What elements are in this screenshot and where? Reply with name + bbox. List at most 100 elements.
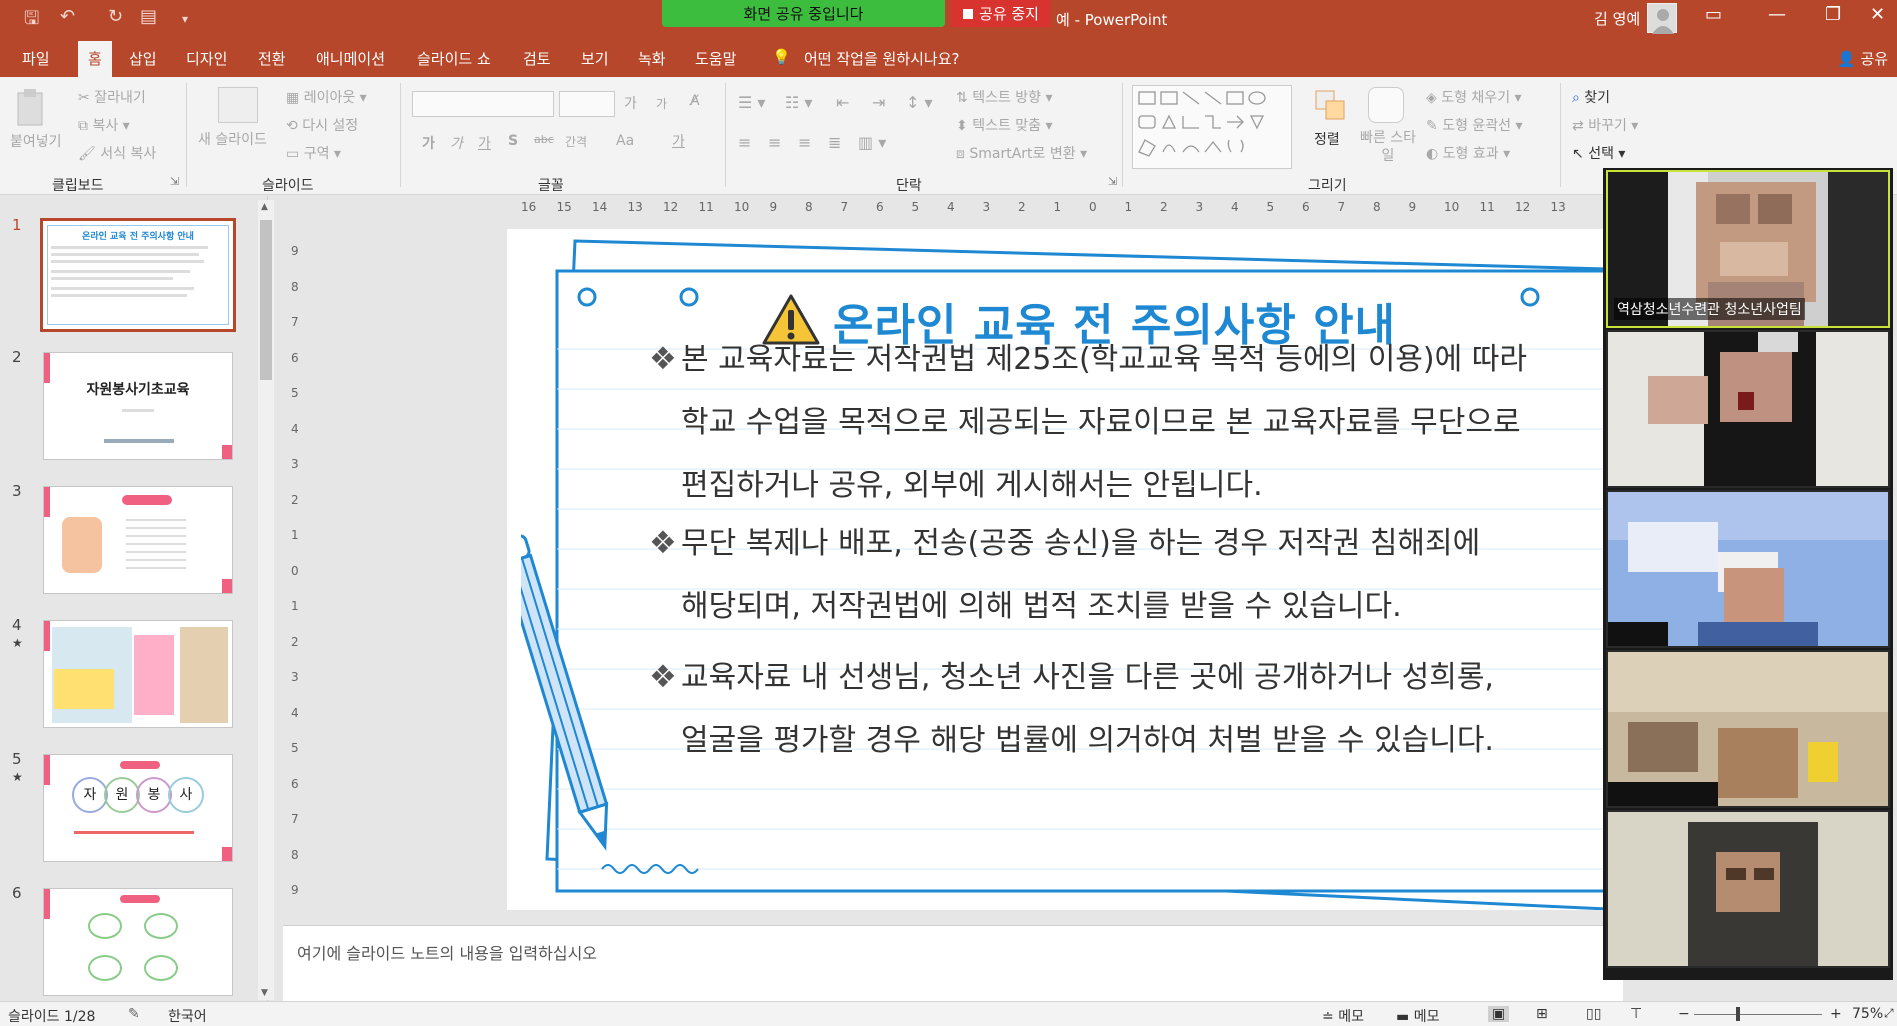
zoom-out-icon[interactable]: −	[1678, 1006, 1690, 1022]
user-name[interactable]: 김 영예	[1594, 8, 1640, 29]
char-spacing-button[interactable]: 간격	[565, 133, 587, 150]
zoom-slider[interactable]	[1694, 1014, 1822, 1015]
tab-slideshow[interactable]: 슬라이드 쇼	[417, 48, 491, 69]
bullet-line[interactable]: 교육자료 내 선생님, 청소년 사진을 다른 곳에 공개하거나 성희롱,	[681, 646, 1494, 709]
bullet-line[interactable]: 얼굴을 평가할 경우 해당 법률에 의거하여 처벌 받을 수 있습니다.	[681, 709, 1494, 772]
share-button[interactable]: 👤 공유	[1837, 48, 1888, 69]
shape-fill-button[interactable]: ◈ 도형 채우기 ▾	[1426, 87, 1522, 107]
customize-qat-icon[interactable]: ▾	[182, 12, 188, 26]
justify-icon[interactable]: ≣	[828, 133, 841, 152]
bullets-icon[interactable]: ☰ ▾	[738, 93, 765, 112]
line-spacing-icon[interactable]: ↕ ▾	[906, 93, 933, 112]
copy-button[interactable]: ⧉ 복사 ▾	[78, 115, 130, 135]
bullet-line[interactable]: 편집하거나 공유, 외부에 게시해서는 안됩니다.	[681, 454, 1263, 517]
quick-styles-icon[interactable]	[1368, 87, 1404, 123]
increase-indent-icon[interactable]: ⇥	[872, 93, 885, 112]
text-direction-button[interactable]: ⇅ 텍스트 방향 ▾	[956, 87, 1053, 107]
thumbnail-scrollbar[interactable]: ▲ ▼	[258, 200, 274, 1000]
tab-home[interactable]: 홈	[78, 41, 112, 77]
stop-share-button[interactable]: 공유 중지	[951, 0, 1051, 27]
notes-pane[interactable]: 여기에 슬라이드 노트의 내용을 입력하십시오	[283, 925, 1623, 1001]
decrease-indent-icon[interactable]: ⇤	[836, 93, 849, 112]
save-icon[interactable]: 🖫	[24, 6, 39, 36]
slide-canvas[interactable]: 온라인 교육 전 주의사항 안내 ❖ 본 교육자료는 저작권법 제25조(학교교…	[507, 229, 1607, 910]
reset-button[interactable]: ⟲ 다시 설정	[286, 115, 358, 135]
align-center-icon[interactable]: ≡	[768, 133, 781, 152]
font-name-combo[interactable]	[412, 91, 554, 117]
bullet-line[interactable]: 학교 수업을 목적으로 제공되는 자료이므로 본 교육자료를 무단으로	[681, 391, 1521, 454]
shape-outline-button[interactable]: ✎ 도형 윤곽선 ▾	[1426, 115, 1523, 135]
shrink-font-button[interactable]: 가	[656, 95, 667, 112]
tab-help[interactable]: 도움말	[695, 48, 736, 69]
slide-thumbnail-3[interactable]	[43, 486, 233, 594]
language-indicator[interactable]: 한국어	[168, 1006, 207, 1026]
fit-slide-icon[interactable]: ⤢	[1884, 1006, 1894, 1021]
share-status-banner[interactable]: 화면 공유 중입니다	[662, 0, 945, 27]
tab-transitions[interactable]: 전환	[258, 48, 286, 69]
bold-button[interactable]: 가	[422, 133, 435, 153]
tab-review[interactable]: 검토	[523, 48, 551, 69]
font-size-combo[interactable]	[559, 91, 615, 117]
cut-button[interactable]: ✂ 잘라내기	[78, 87, 146, 107]
columns-icon[interactable]: ▥ ▾	[858, 133, 886, 152]
layout-button[interactable]: ▦ 레이아웃 ▾	[286, 87, 367, 107]
tab-insert[interactable]: 삽입	[129, 48, 157, 69]
clear-format-icon[interactable]: A̸	[690, 93, 700, 109]
numbering-icon[interactable]: ☷ ▾	[785, 93, 812, 112]
tell-me-box[interactable]: 어떤 작업을 원하시나요?	[804, 48, 960, 69]
slideshow-view-icon[interactable]: ⊤	[1630, 1006, 1642, 1022]
shapes-gallery[interactable]	[1132, 85, 1292, 169]
font-color-button[interactable]: 가	[672, 131, 685, 151]
normal-view-icon[interactable]: ▣	[1488, 1006, 1510, 1022]
bullet-line[interactable]: 무단 복제나 배포, 전송(공중 송신)을 하는 경우 저작권 침해죄에	[681, 512, 1480, 575]
slide-thumbnail-6[interactable]	[43, 888, 233, 996]
slide-thumbnail-1[interactable]: 온라인 교육 전 주의사항 안내	[40, 218, 236, 332]
dialog-launcher-icon[interactable]: ⇲	[170, 175, 179, 188]
video-tile[interactable]: 역삼청소년수련관 청소년사업팀	[1606, 170, 1890, 328]
video-tile[interactable]	[1606, 490, 1890, 648]
paste-icon[interactable]	[10, 87, 60, 131]
video-tile[interactable]	[1606, 330, 1890, 488]
minimize-icon[interactable]: —	[1768, 4, 1786, 25]
change-case-button[interactable]: Aa	[616, 133, 634, 149]
tab-recording[interactable]: 녹화	[638, 48, 666, 69]
zoom-level[interactable]: 75%	[1852, 1006, 1883, 1022]
tab-view[interactable]: 보기	[581, 48, 609, 69]
bullet-line[interactable]: 본 교육자료는 저작권법 제25조(학교교육 목적 등에의 이용)에 따라	[681, 328, 1527, 391]
present-from-start-icon[interactable]: ▤	[140, 6, 157, 27]
close-icon[interactable]: ✕	[1870, 4, 1885, 25]
slide-thumbnail-4[interactable]	[43, 620, 233, 728]
comments-toggle[interactable]: ▬ 메모	[1396, 1006, 1439, 1026]
undo-icon[interactable]: ↶	[60, 6, 75, 27]
align-right-icon[interactable]: ≡	[798, 133, 811, 152]
italic-button[interactable]: 가	[450, 133, 463, 153]
zoom-slider-thumb[interactable]	[1736, 1007, 1740, 1021]
zoom-in-icon[interactable]: +	[1830, 1006, 1842, 1022]
ribbon-display-options-icon[interactable]: ▭	[1705, 4, 1722, 25]
video-tile[interactable]	[1606, 810, 1890, 968]
tab-animations[interactable]: 애니메이션	[316, 48, 385, 69]
new-slide-button[interactable]: 새 슬라이드	[198, 129, 267, 149]
align-text-button[interactable]: ⬍ 텍스트 맞춤 ▾	[956, 115, 1053, 135]
tab-file[interactable]: 파일	[22, 48, 50, 69]
replace-button[interactable]: ⇄ 바꾸기 ▾	[1572, 115, 1638, 135]
strikethrough-button[interactable]: abc	[534, 133, 554, 146]
new-slide-icon[interactable]	[218, 87, 258, 123]
paste-button[interactable]: 붙여넣기	[10, 131, 62, 151]
format-painter-button[interactable]: 🖌 서식 복사	[78, 143, 156, 163]
slide-thumbnail-5[interactable]: 자 원 봉 사	[43, 754, 233, 862]
slide-counter[interactable]: 슬라이드 1/28	[8, 1006, 95, 1026]
underline-button[interactable]: 가	[478, 133, 491, 153]
spellcheck-icon[interactable]: ✎	[128, 1006, 140, 1022]
dialog-launcher-icon[interactable]: ⇲	[1108, 175, 1117, 188]
restore-icon[interactable]: ❐	[1825, 4, 1841, 25]
avatar[interactable]	[1647, 3, 1677, 34]
shape-effects-button[interactable]: ◐ 도형 효과 ▾	[1426, 143, 1510, 163]
shadow-button[interactable]: S	[508, 133, 518, 149]
video-tile[interactable]	[1606, 650, 1890, 808]
redo-icon[interactable]: ↻	[108, 6, 123, 27]
notes-toggle[interactable]: ≐ 메모	[1322, 1006, 1364, 1026]
tab-design[interactable]: 디자인	[186, 48, 227, 69]
grow-font-button[interactable]: 가	[624, 93, 637, 113]
slide-thumbnail-2[interactable]: 자원봉사기초교육	[43, 352, 233, 460]
